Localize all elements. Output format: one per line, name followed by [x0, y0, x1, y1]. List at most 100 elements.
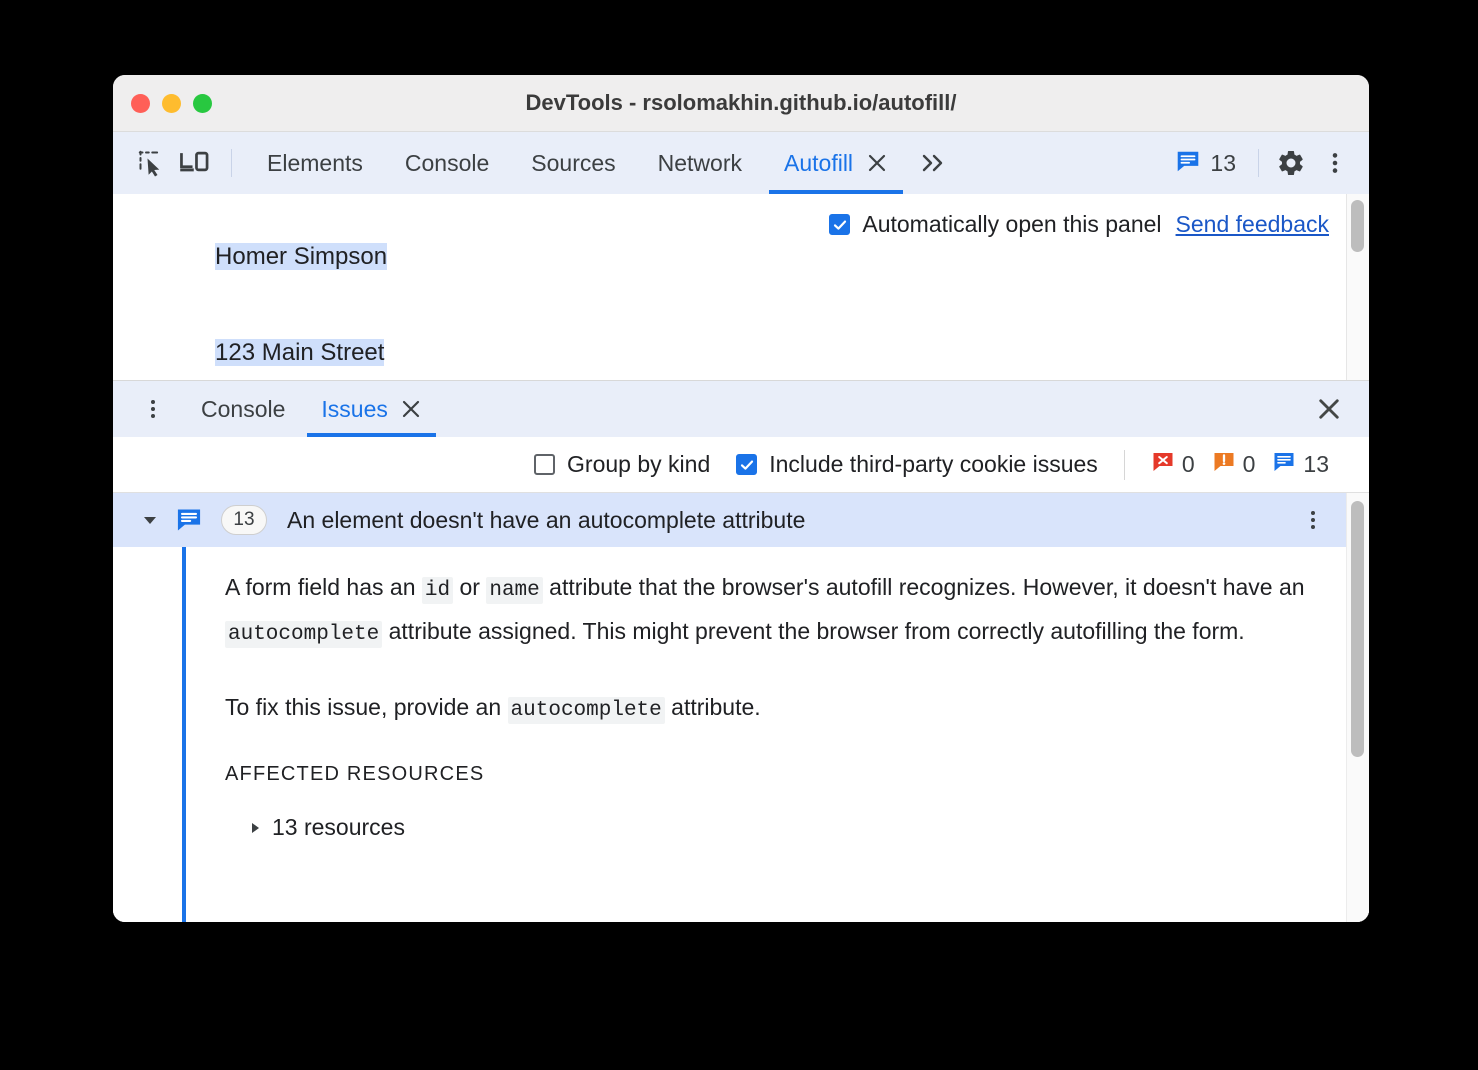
issue-description: A form field has an id or name attribute…	[113, 567, 1346, 841]
window-controls	[131, 93, 212, 113]
issue-row-header[interactable]: 13 An element doesn't have an autocomple…	[113, 493, 1346, 547]
kebab-menu-icon[interactable]	[1313, 141, 1357, 185]
issue-text: or	[453, 574, 487, 600]
affected-resources-label: 13 resources	[272, 814, 405, 840]
affected-resources-heading: AFFECTED RESOURCES	[225, 763, 485, 785]
screen: DevTools - rsolomakhin.github.io/autofil…	[0, 0, 1478, 1070]
window-titlebar: DevTools - rsolomakhin.github.io/autofil…	[113, 75, 1369, 132]
issue-row-kebab-icon[interactable]	[1294, 501, 1332, 539]
tab-network[interactable]: Network	[637, 132, 763, 194]
panel-tabs: Elements Console Sources Network Autofil…	[246, 132, 959, 194]
more-tabs-chevrons-icon[interactable]	[909, 141, 959, 185]
drawer-tab-issues[interactable]: Issues	[303, 381, 439, 437]
autofill-panel-scrollbar[interactable]	[1346, 194, 1369, 380]
close-drawer-button[interactable]	[1309, 389, 1349, 429]
chevron-right-icon[interactable]	[247, 820, 263, 836]
address-line: Homer Simpson	[135, 209, 428, 305]
info-count-value: 13	[1303, 451, 1329, 477]
toolbar-divider	[231, 149, 232, 177]
info-badge-icon	[175, 506, 203, 534]
info-counter[interactable]: 13	[1272, 450, 1329, 480]
chevron-down-icon[interactable]	[139, 510, 161, 530]
issue-counters: 0 0 13	[1123, 449, 1339, 480]
autofill-panel-options: Automatically open this panel Send feedb…	[829, 211, 1329, 238]
devtools-window: DevTools - rsolomakhin.github.io/autofil…	[113, 75, 1369, 922]
issues-count-button[interactable]: 13	[1163, 148, 1248, 179]
issue-title: An element doesn't have an autocomplete …	[287, 506, 806, 533]
group-by-kind-label: Group by kind	[567, 451, 711, 477]
autofill-address-preview: Homer Simpson 123 Main Street Springfiel…	[135, 209, 428, 380]
issue-text: attribute assigned. This might prevent t…	[382, 618, 1245, 644]
tab-label: Sources	[531, 149, 616, 176]
code-token-autocomplete: autocomplete	[225, 621, 383, 648]
devtools-main-toolbar: Elements Console Sources Network Autofil…	[113, 132, 1369, 194]
warning-badge-icon	[1212, 450, 1236, 480]
code-token-name: name	[486, 577, 543, 604]
issue-text: attribute that the browser's autofill re…	[542, 574, 1305, 600]
tab-elements[interactable]: Elements	[246, 132, 384, 194]
group-by-kind-control[interactable]: Group by kind	[534, 451, 710, 478]
drawer-tab-console[interactable]: Console	[183, 381, 303, 437]
issue-details: A form field has an id or name attribute…	[113, 547, 1346, 922]
toolbar-right-actions: 13	[1163, 132, 1369, 194]
info-badge-icon	[1272, 450, 1296, 480]
auto-open-label: Automatically open this panel	[862, 211, 1162, 237]
address-token: Homer Simpson	[215, 243, 388, 270]
group-by-kind-checkbox[interactable]	[534, 454, 556, 475]
warning-count-value: 0	[1242, 451, 1256, 477]
drawer-tabs: Console Issues	[183, 381, 440, 437]
error-counter[interactable]: 0	[1151, 450, 1195, 480]
close-icon[interactable]	[866, 152, 888, 174]
issue-paragraph-2: To fix this issue, provide an autocomple…	[225, 687, 1306, 731]
minimize-window-button[interactable]	[162, 93, 181, 113]
issues-scroll-area: 13 An element doesn't have an autocomple…	[113, 493, 1346, 922]
third-party-cookies-control[interactable]: Include third-party cookie issues	[736, 451, 1098, 478]
tab-sources[interactable]: Sources	[510, 132, 636, 194]
affected-resources-disclosure[interactable]: 13 resources	[225, 814, 1306, 841]
issues-list: 13 An element doesn't have an autocomple…	[113, 493, 1369, 922]
error-count-value: 0	[1181, 451, 1195, 477]
scrollbar-thumb[interactable]	[1351, 501, 1364, 757]
error-badge-icon	[1151, 450, 1175, 480]
issues-info-icon	[1175, 148, 1201, 179]
issues-count-value: 13	[1210, 149, 1236, 176]
toolbar-divider	[1258, 149, 1259, 177]
warning-counter[interactable]: 0	[1212, 450, 1256, 480]
drawer-menu-kebab-icon[interactable]	[133, 389, 173, 429]
code-token-autocomplete: autocomplete	[507, 697, 665, 724]
tab-label: Elements	[267, 149, 363, 176]
issue-accent-bar	[182, 547, 186, 922]
scrollbar-thumb[interactable]	[1351, 200, 1364, 252]
auto-open-checkbox[interactable]	[829, 214, 851, 235]
tab-label: Console	[404, 149, 490, 176]
close-icon[interactable]	[400, 398, 422, 420]
close-window-button[interactable]	[131, 93, 150, 113]
issue-text: A form field has an	[225, 574, 422, 600]
tab-autofill[interactable]: Autofill	[763, 132, 909, 194]
third-party-cookies-checkbox[interactable]	[736, 454, 758, 475]
tab-console[interactable]: Console	[384, 132, 510, 194]
issue-text: attribute.	[664, 694, 761, 720]
drawer-toolbar: Console Issues	[113, 381, 1369, 437]
address-line: 123 Main Street	[135, 305, 428, 380]
send-feedback-link[interactable]: Send feedback	[1176, 211, 1329, 238]
issues-filter-bar: Group by kind Include third-party cookie…	[113, 437, 1369, 493]
tab-label: Console	[201, 395, 286, 422]
tab-label: Autofill	[784, 149, 854, 176]
issue-paragraph-1: A form field has an id or name attribute…	[225, 567, 1306, 655]
inspect-element-icon[interactable]	[129, 141, 173, 185]
issues-list-scrollbar[interactable]	[1346, 493, 1369, 922]
third-party-cookies-label: Include third-party cookie issues	[769, 451, 1098, 477]
autofill-panel: Homer Simpson 123 Main Street Springfiel…	[113, 194, 1369, 381]
issue-text: To fix this issue, provide an	[225, 694, 508, 720]
zoom-window-button[interactable]	[193, 93, 212, 113]
tab-label: Issues	[321, 395, 388, 422]
devtools-drawer: Console Issues Group by kind Include thi…	[113, 381, 1369, 922]
device-toolbar-icon[interactable]	[173, 141, 217, 185]
code-token-id: id	[421, 577, 454, 604]
window-title: DevTools - rsolomakhin.github.io/autofil…	[525, 90, 957, 115]
issue-count-pill: 13	[221, 505, 267, 535]
gear-icon[interactable]	[1269, 141, 1313, 185]
autofill-panel-content: Homer Simpson 123 Main Street Springfiel…	[113, 194, 1346, 380]
address-token: 123 Main Street	[215, 339, 385, 366]
